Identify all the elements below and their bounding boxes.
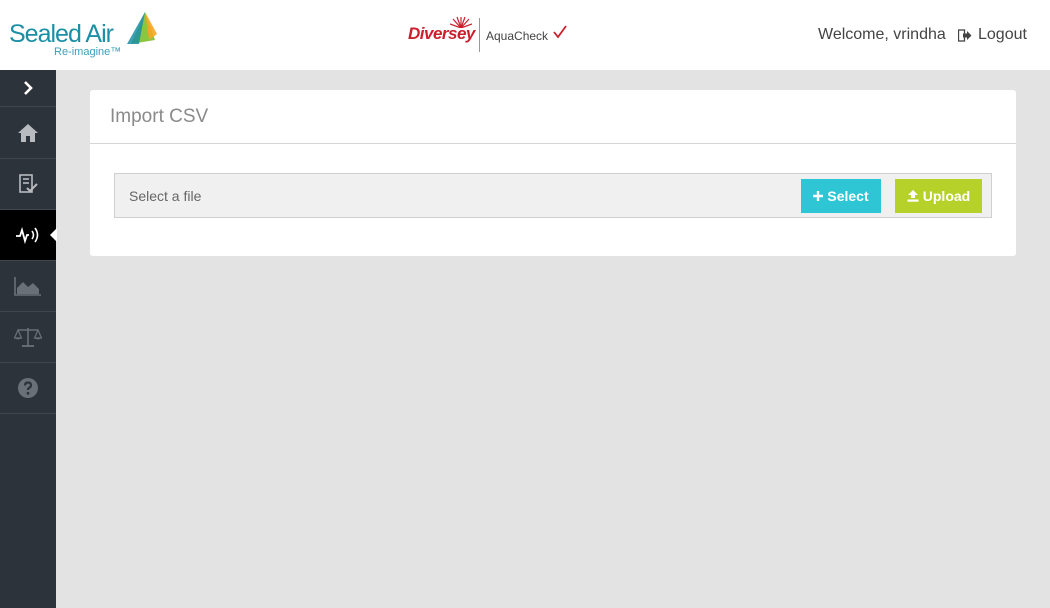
diversey-aquacheck-brand: Diversey AquaCheck [408,16,578,52]
active-indicator [50,228,57,242]
logout-icon [958,28,972,42]
logout-label: Logout [978,26,1027,43]
sail-logo-icon [127,12,157,44]
brand-divider [479,18,480,52]
top-header: Sealed Air Re-imagine™ Diversey AquaChec… [0,0,1050,70]
logo-text: Sealed Air [9,20,114,48]
checklist-icon [19,174,38,193]
sidebar-item-help[interactable] [0,363,56,414]
sidebar-item-compare[interactable] [0,312,56,363]
help-icon [18,378,38,398]
import-csv-card: Import CSV Select a file Select Upload [90,90,1016,256]
sidebar-item-signal[interactable] [0,210,57,261]
select-file-button[interactable]: Select [801,179,881,213]
diversey-logo: Diversey [408,24,475,43]
welcome-user: Welcome, vrindha [818,26,946,43]
aquacheck-logo: AquaCheck [486,29,549,43]
sidebar-item-checklist[interactable] [0,159,56,210]
select-button-label: Select [827,188,869,204]
plus-icon [813,191,824,201]
sidebar-toggle-button[interactable] [0,70,56,107]
file-input[interactable]: Select a file [129,188,201,204]
area-chart-icon [14,277,41,296]
balance-scale-icon [14,328,42,347]
sidebar-item-home[interactable] [0,108,56,159]
checkmark-icon [553,25,567,39]
upload-button[interactable]: Upload [895,179,982,213]
chevron-right-icon [24,81,33,95]
upload-button-label: Upload [922,188,971,204]
sidebar-item-charts[interactable] [0,261,56,312]
page-title: Import CSV [110,106,209,127]
logo-tagline: Re-imagine™ [54,46,122,58]
signal-icon [16,226,39,244]
sealed-air-logo[interactable]: Sealed Air Re-imagine™ [9,10,159,60]
card-divider [90,143,1016,144]
home-icon [18,124,38,142]
upload-icon [907,190,919,202]
file-input-group: Select a file Select Upload [114,173,992,218]
sidebar [0,70,57,608]
logout-button[interactable]: Logout [958,26,1027,44]
